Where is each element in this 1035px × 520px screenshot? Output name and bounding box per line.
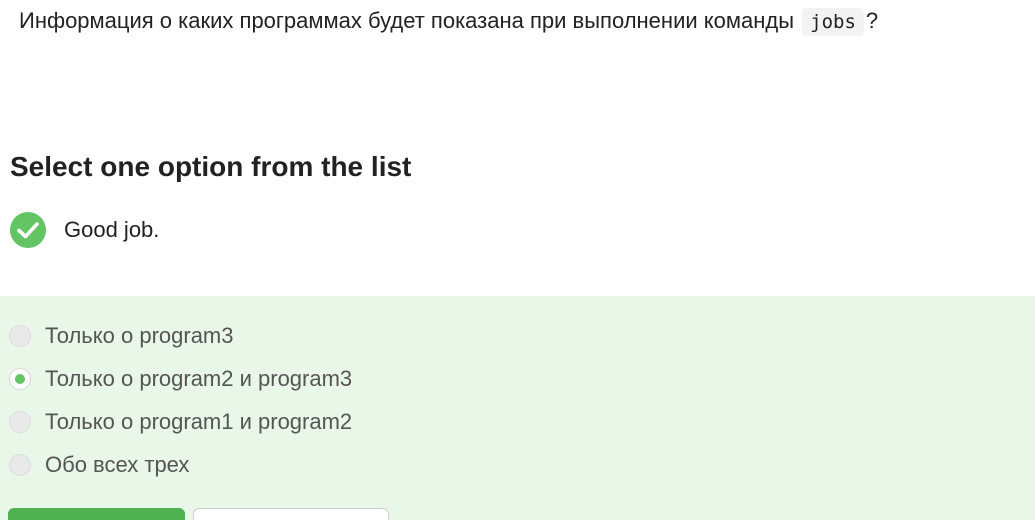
check-icon: [10, 212, 46, 248]
question-text: Информация о каких программах будет пока…: [19, 4, 878, 39]
option-item-selected[interactable]: Только о program2 и program3: [9, 365, 352, 393]
feedback-message: Good job.: [10, 212, 159, 248]
question-body: Информация о каких программах будет пока…: [19, 8, 795, 33]
option-item[interactable]: Только о program1 и program2: [9, 408, 352, 436]
option-label: Только о program1 и program2: [45, 409, 353, 434]
secondary-action-button[interactable]: [193, 508, 389, 520]
radio-button-selected[interactable]: [9, 368, 31, 390]
radio-button[interactable]: [9, 454, 31, 476]
option-item[interactable]: Обо всех трех: [9, 451, 189, 479]
radio-button[interactable]: [9, 325, 31, 347]
command-code: jobs: [802, 8, 864, 36]
option-label: Обо всех трех: [45, 452, 190, 477]
option-item[interactable]: Только о program3: [9, 322, 234, 350]
prompt-title: Select one option from the list: [10, 151, 412, 182]
options-panel: Только о program3 Только о program2 и pr…: [0, 296, 1035, 520]
quiz-step: Информация о каких программах будет пока…: [0, 0, 1035, 520]
option-label: Только о program3: [45, 323, 234, 348]
feedback-text: Good job.: [64, 217, 160, 242]
question-suffix: ?: [865, 8, 879, 33]
option-label: Только о program2 и program3: [45, 366, 353, 391]
radio-dot-icon: [15, 374, 25, 384]
radio-button[interactable]: [9, 411, 31, 433]
primary-action-button[interactable]: [8, 508, 185, 520]
